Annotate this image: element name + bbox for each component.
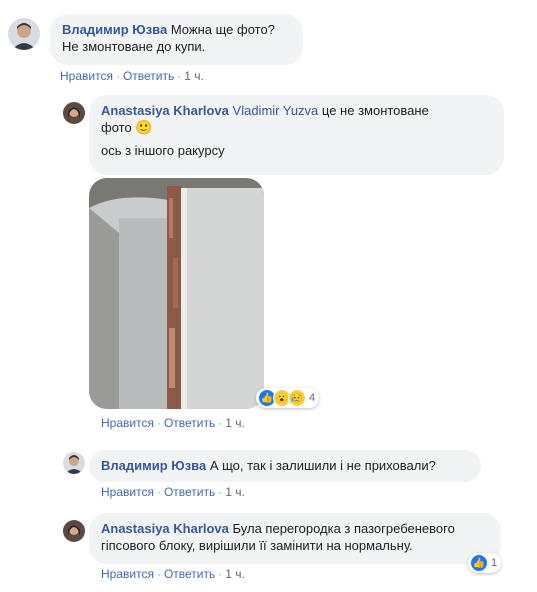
reply-link[interactable]: Ответить — [123, 69, 174, 83]
like-link[interactable]: Нравится — [101, 567, 154, 581]
comment-text: А що, так і залишили і не приховали? — [209, 458, 436, 473]
avatar[interactable] — [8, 18, 40, 50]
sad-reaction-icon: 😥 — [288, 389, 306, 407]
like-link[interactable]: Нравится — [60, 69, 113, 83]
reaction-count: 1 — [491, 557, 498, 569]
timestamp[interactable]: 1 ч. — [225, 567, 245, 581]
comment-text: ось з іншого ракурсу — [101, 143, 225, 158]
comment-actions: Нравится · Ответить · 1 ч. — [101, 416, 245, 430]
comment-author[interactable]: Anastasiya Kharlova — [101, 103, 229, 118]
comment-text: Можна ще фото? — [170, 22, 275, 37]
comment-text: це не змонтоване — [321, 103, 429, 118]
comment-author[interactable]: Владимир Юзва — [62, 22, 167, 37]
timestamp[interactable]: 1 ч. — [225, 416, 245, 430]
comment-text: фото — [101, 120, 132, 135]
reply-link[interactable]: Ответить — [164, 485, 215, 499]
smile-emoji: 🙂 — [135, 119, 153, 135]
comment-bubble: Владимир Юзва Можна ще фото? Не змонтова… — [50, 14, 303, 65]
comment-author[interactable]: Anastasiya Kharlova — [101, 521, 229, 536]
timestamp[interactable]: 1 ч. — [225, 485, 245, 499]
comment-text: гіпсового блоку, вирішили її замінити на… — [101, 538, 413, 553]
like-reaction-icon: 👍 — [470, 554, 488, 572]
like-link[interactable]: Нравится — [101, 416, 154, 430]
comment-text: Не змонтоване до купи. — [62, 39, 206, 54]
avatar[interactable] — [63, 520, 85, 542]
reply-link[interactable]: Ответить — [164, 416, 215, 430]
timestamp[interactable]: 1 ч. — [184, 69, 204, 83]
mention-link[interactable]: Vladimir Yuzva — [233, 103, 319, 118]
avatar[interactable] — [63, 102, 85, 124]
comment-actions: Нравится · Ответить · 1 ч. — [101, 485, 245, 499]
comment-actions: Нравится · Ответить · 1 ч. — [60, 69, 204, 83]
reaction-count: 4 — [309, 392, 316, 404]
comment-text: Була перегородка з пазогребеневого — [232, 521, 455, 536]
like-link[interactable]: Нравится — [101, 485, 154, 499]
comment-author[interactable]: Владимир Юзва — [101, 458, 206, 473]
reaction-summary[interactable]: 👍 😮 😥 4 — [256, 388, 320, 408]
reply-link[interactable]: Ответить — [164, 567, 215, 581]
attached-photo[interactable] — [89, 178, 264, 409]
comment-actions: Нравится · Ответить · 1 ч. — [101, 567, 245, 581]
comment-bubble: Anastasiya Kharlova Vladimir Yuzva це не… — [89, 95, 504, 175]
avatar[interactable] — [63, 452, 85, 474]
reaction-summary[interactable]: 👍 1 — [468, 553, 502, 573]
comment-bubble: Anastasiya Kharlova Була перегородка з п… — [89, 513, 501, 564]
comment-bubble: Владимир Юзва А що, так і залишили і не … — [89, 450, 481, 482]
